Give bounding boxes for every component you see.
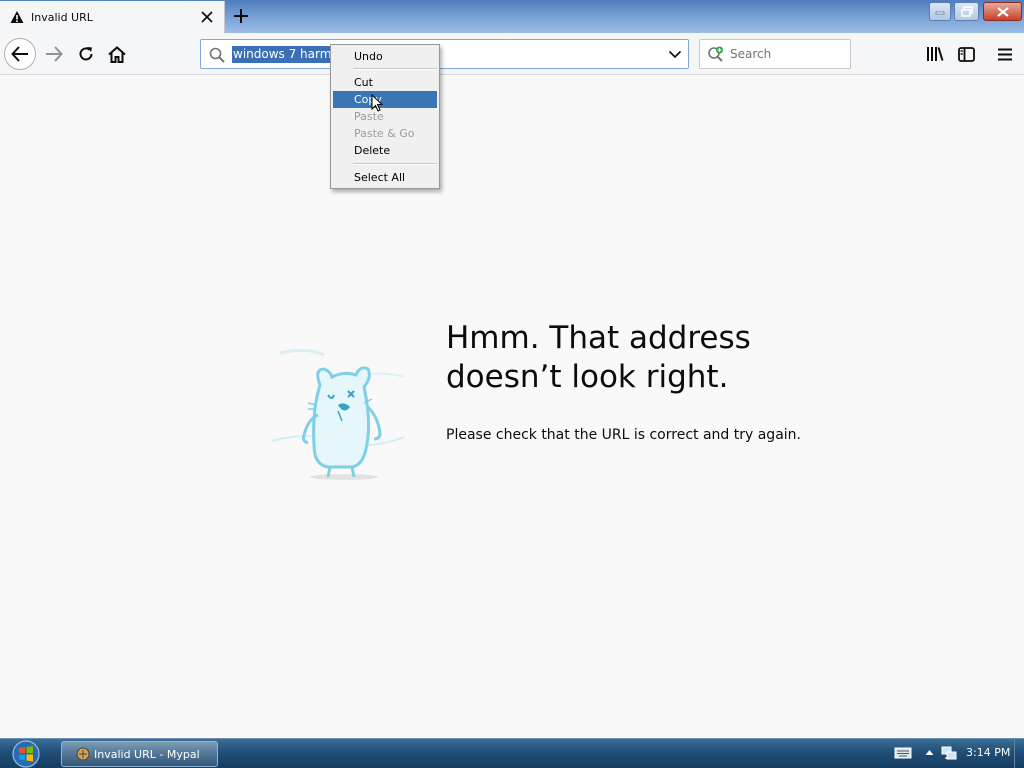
search-bar[interactable] bbox=[699, 39, 851, 69]
tab-invalid-url[interactable]: Invalid URL bbox=[0, 1, 225, 33]
forward-arrow-icon bbox=[46, 46, 63, 62]
start-button[interactable] bbox=[6, 739, 46, 768]
show-desktop-button[interactable] bbox=[1014, 739, 1024, 768]
sidebar-button[interactable] bbox=[952, 40, 980, 68]
restore-button[interactable] bbox=[954, 2, 979, 21]
keyboard-icon[interactable] bbox=[894, 747, 912, 759]
open-menu-button[interactable] bbox=[991, 40, 1019, 68]
menu-item-paste: Paste bbox=[354, 110, 384, 123]
tray-arrow-icon[interactable] bbox=[925, 749, 934, 756]
menu-item-copy[interactable]: Copy bbox=[333, 91, 437, 108]
menu-item-cut[interactable]: Cut bbox=[333, 74, 437, 91]
mascot-illustration bbox=[271, 348, 405, 480]
navigation-toolbar: windows 7 harmo bbox=[0, 33, 1024, 75]
home-button[interactable] bbox=[103, 40, 131, 68]
reload-icon bbox=[79, 47, 93, 61]
back-arrow-icon bbox=[11, 46, 28, 62]
minimize-button[interactable] bbox=[929, 2, 951, 21]
url-bar[interactable]: windows 7 harmo bbox=[200, 39, 689, 69]
new-tab-button[interactable] bbox=[229, 4, 253, 28]
error-page: Hmm. That address doesn’t look right. Pl… bbox=[0, 75, 1024, 738]
app-icon bbox=[76, 747, 90, 761]
search-icon bbox=[209, 47, 225, 63]
menu-separator bbox=[353, 68, 437, 70]
search-input[interactable] bbox=[730, 45, 845, 63]
close-icon[interactable] bbox=[196, 6, 218, 28]
error-description: Please check that the URL is correct and… bbox=[446, 427, 801, 443]
tab-strip: Invalid URL bbox=[0, 0, 1024, 33]
reload-button[interactable] bbox=[72, 40, 100, 68]
taskbar: Invalid URL - Mypal 3:14 PM bbox=[0, 738, 1024, 768]
library-icon bbox=[927, 47, 944, 61]
forward-button[interactable] bbox=[40, 40, 68, 68]
warning-icon bbox=[10, 11, 24, 23]
menu-item-delete[interactable]: Delete bbox=[333, 142, 437, 159]
home-icon bbox=[108, 45, 126, 63]
menu-item-paste-and-go: Paste & Go bbox=[354, 127, 415, 140]
menu-item-undo[interactable]: Undo bbox=[333, 48, 437, 65]
url-input-text[interactable]: windows 7 harmo bbox=[232, 46, 340, 63]
taskbar-item-label: Invalid URL - Mypal bbox=[94, 747, 200, 761]
tab-title: Invalid URL bbox=[31, 10, 93, 24]
menu-separator bbox=[353, 163, 437, 165]
sidebar-icon bbox=[957, 46, 975, 62]
plus-icon bbox=[234, 9, 248, 23]
back-button[interactable] bbox=[4, 38, 36, 70]
context-menu: Undo Cut Copy Paste Paste & Go Delete Se… bbox=[330, 44, 440, 189]
mouse-cursor-icon bbox=[371, 94, 383, 112]
hamburger-menu-icon bbox=[998, 48, 1012, 60]
library-button[interactable] bbox=[921, 40, 949, 68]
windows-start-icon bbox=[12, 740, 40, 768]
network-icon[interactable] bbox=[940, 745, 958, 762]
menu-item-select-all[interactable]: Select All bbox=[333, 169, 437, 186]
system-clock[interactable]: 3:14 PM bbox=[966, 746, 1010, 759]
taskbar-item-browser[interactable]: Invalid URL - Mypal bbox=[61, 741, 218, 767]
search-engine-icon[interactable] bbox=[707, 46, 725, 64]
chevron-down-icon[interactable] bbox=[668, 48, 682, 60]
window-close-button[interactable] bbox=[983, 2, 1022, 21]
error-title: Hmm. That address doesn’t look right. bbox=[446, 320, 751, 395]
